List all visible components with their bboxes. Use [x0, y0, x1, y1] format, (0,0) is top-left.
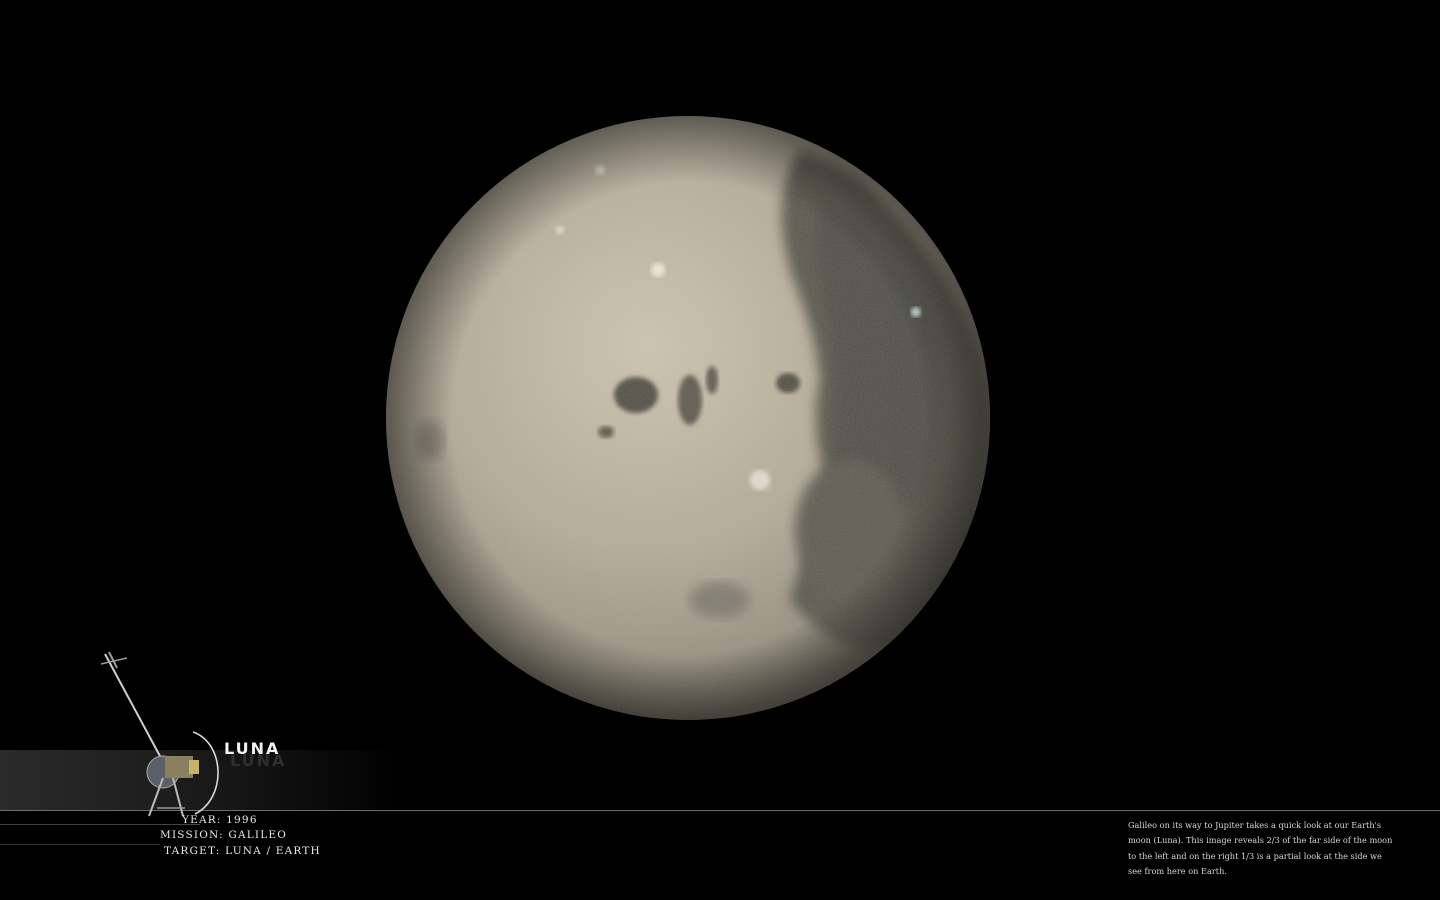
- galileo-probe-icon: [100, 651, 219, 817]
- year-value: 1996: [226, 814, 258, 826]
- year-line: YEAR: 1996: [182, 814, 258, 826]
- target-label: TARGET:: [164, 845, 221, 857]
- moon: [386, 116, 990, 720]
- mission-value: GALILEO: [228, 829, 288, 841]
- caption-text: Galileo on its way to Jupiter takes a qu…: [1128, 820, 1393, 876]
- year-label: YEAR:: [182, 814, 222, 826]
- page-title: LUNA: [224, 739, 281, 758]
- mission-line: MISSION: GALILEO: [160, 829, 287, 841]
- target-value: LUNA / EARTH: [225, 845, 321, 857]
- mission-label: MISSION:: [160, 829, 224, 841]
- divider-line-shorter: [0, 844, 160, 845]
- target-line: TARGET: LUNA / EARTH: [164, 845, 321, 857]
- divider-line-short: [0, 824, 200, 825]
